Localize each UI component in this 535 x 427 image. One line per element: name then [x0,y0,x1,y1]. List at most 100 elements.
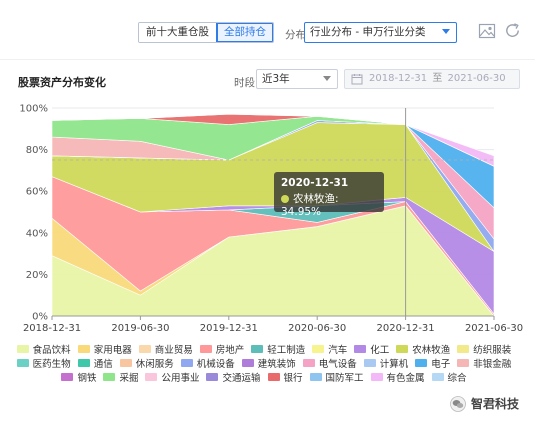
legend-swatch [16,358,29,367]
legend-label: 食品饮料 [32,344,71,356]
legend-swatch [199,344,212,353]
legend-item[interactable]: 钢铁 [61,370,97,384]
legend-label: 机械设备 [196,358,235,370]
x-tick-label: 2021-06-30 [465,323,523,334]
period-select-value: 近3年 [262,73,290,85]
legend-label: 计算机 [379,358,409,370]
legend-label: 国防军工 [325,372,364,384]
legend-item[interactable]: 家用电器 [77,342,132,356]
period-select[interactable]: 近3年 [256,69,338,89]
legend-swatch [77,358,90,367]
legend-item[interactable]: 汽车 [312,342,347,356]
legend-item[interactable]: 公用事业 [145,370,200,384]
legend-swatch [415,358,428,367]
tooltip-value: 农林牧渔: 34.95% [281,193,339,218]
legend-item[interactable]: 通信 [77,356,113,370]
watermark-text: 智君科技 [471,397,520,411]
legend-label: 综合 [447,372,467,384]
y-tick-label: 40% [26,228,48,239]
chart-legend: 食品饮料 家用电器 商业贸易 房地产 轻工制造 汽车 化工 农林牧渔 纺织服装医药生物 通信 休闲服… [12,342,523,384]
legend-swatch [77,344,90,353]
legend-label: 通信 [93,358,113,370]
y-tick-label: 80% [26,145,48,156]
legend-item[interactable]: 建筑装饰 [241,356,296,370]
tab-all-holdings[interactable]: 全部持仓 [216,23,273,42]
x-tick-label: 2018-12-31 [23,323,81,334]
legend-item[interactable]: 交通运输 [206,370,261,384]
legend-item[interactable]: 电子 [415,356,451,370]
legend-item[interactable]: 非银金融 [457,356,512,370]
legend-item[interactable]: 银行 [267,370,303,384]
legend-item[interactable]: 商业贸易 [138,342,193,356]
x-tick-label: 2020-12-31 [377,323,435,334]
legend-swatch [251,344,264,353]
legend-swatch [431,372,444,381]
legend-swatch [145,372,158,381]
panel-title: 股票资产分布变化 [18,76,106,89]
legend-item[interactable]: 有色金属 [370,370,425,384]
legend-item[interactable]: 综合 [431,370,467,384]
legend-swatch [363,358,376,367]
legend-label: 商业贸易 [154,344,193,356]
x-tick-label: 2019-12-31 [200,323,258,334]
legend-label: 银行 [283,372,303,384]
legend-item[interactable]: 轻工制造 [251,342,305,356]
legend-item[interactable]: 化工 [354,342,390,356]
legend-label: 电子 [431,358,451,370]
legend-item[interactable]: 房地产 [199,342,245,356]
legend-label: 公用事业 [161,372,200,384]
legend-swatch [309,372,322,381]
legend-swatch [396,344,409,353]
legend-item[interactable]: 电气设备 [302,356,357,370]
legend-label: 建筑装饰 [257,358,296,370]
x-tick-label: 2020-06-30 [288,323,346,334]
legend-swatch [206,372,219,381]
legend-swatch [180,358,193,367]
legend-item[interactable]: 休闲服务 [119,356,174,370]
tooltip-date: 2020-12-31 [281,177,349,189]
legend-label: 房地产 [215,344,245,356]
legend-item[interactable]: 国防军工 [309,370,364,384]
date-range-picker[interactable]: 2018-12-31 至 2021-06-30 [344,69,520,89]
legend-item[interactable]: 食品饮料 [16,342,71,356]
legend-item[interactable]: 医药生物 [16,356,71,370]
wechat-logo-icon [450,395,466,412]
distribution-select[interactable]: 行业分布 - 申万行业分类 [304,22,457,43]
legend-label: 化工 [370,344,390,356]
legend-label: 非银金融 [473,358,512,370]
y-tick-label: 20% [26,270,48,281]
legend-swatch [241,358,254,367]
legend-label: 钢铁 [77,372,97,384]
refresh-icon[interactable] [503,21,522,40]
date-end: 2021-06-30 [447,73,506,84]
legend-swatch [457,344,470,353]
holdings-tab-group: 前十大重仓股 全部持仓 [138,22,274,43]
legend-swatch [103,372,116,381]
legend-swatch [61,372,74,381]
legend-item[interactable]: 计算机 [363,356,409,370]
y-tick-label: 100% [19,104,48,115]
tab-top10-holdings[interactable]: 前十大重仓股 [139,23,216,42]
chevron-down-icon [323,76,331,81]
toolbar: 前十大重仓股 全部持仓 分布 行业分布 - 申万行业分类 [0,0,535,60]
legend-item[interactable]: 纺织服装 [457,342,511,356]
legend-swatch [119,358,132,367]
tooltip-dot [281,195,289,203]
image-icon[interactable] [478,22,496,40]
x-tick-label: 2019-06-30 [111,323,169,334]
legend-swatch [370,372,383,381]
chart-tooltip: 2020-12-31 农林牧渔: 34.95% [274,172,384,218]
legend-swatch [267,372,280,381]
watermark: 智君科技 [450,395,519,412]
legend-item[interactable]: 机械设备 [180,356,235,370]
legend-label: 农林牧渔 [412,344,451,356]
y-tick-label: 0% [32,312,48,323]
legend-swatch [354,344,367,353]
legend-swatch [457,358,470,367]
legend-label: 交通运输 [222,372,261,384]
legend-item[interactable]: 采掘 [103,370,138,384]
legend-item[interactable]: 农林牧渔 [396,342,451,356]
legend-label: 医药生物 [32,358,71,370]
legend-swatch [138,344,151,353]
date-separator: 至 [432,73,443,84]
